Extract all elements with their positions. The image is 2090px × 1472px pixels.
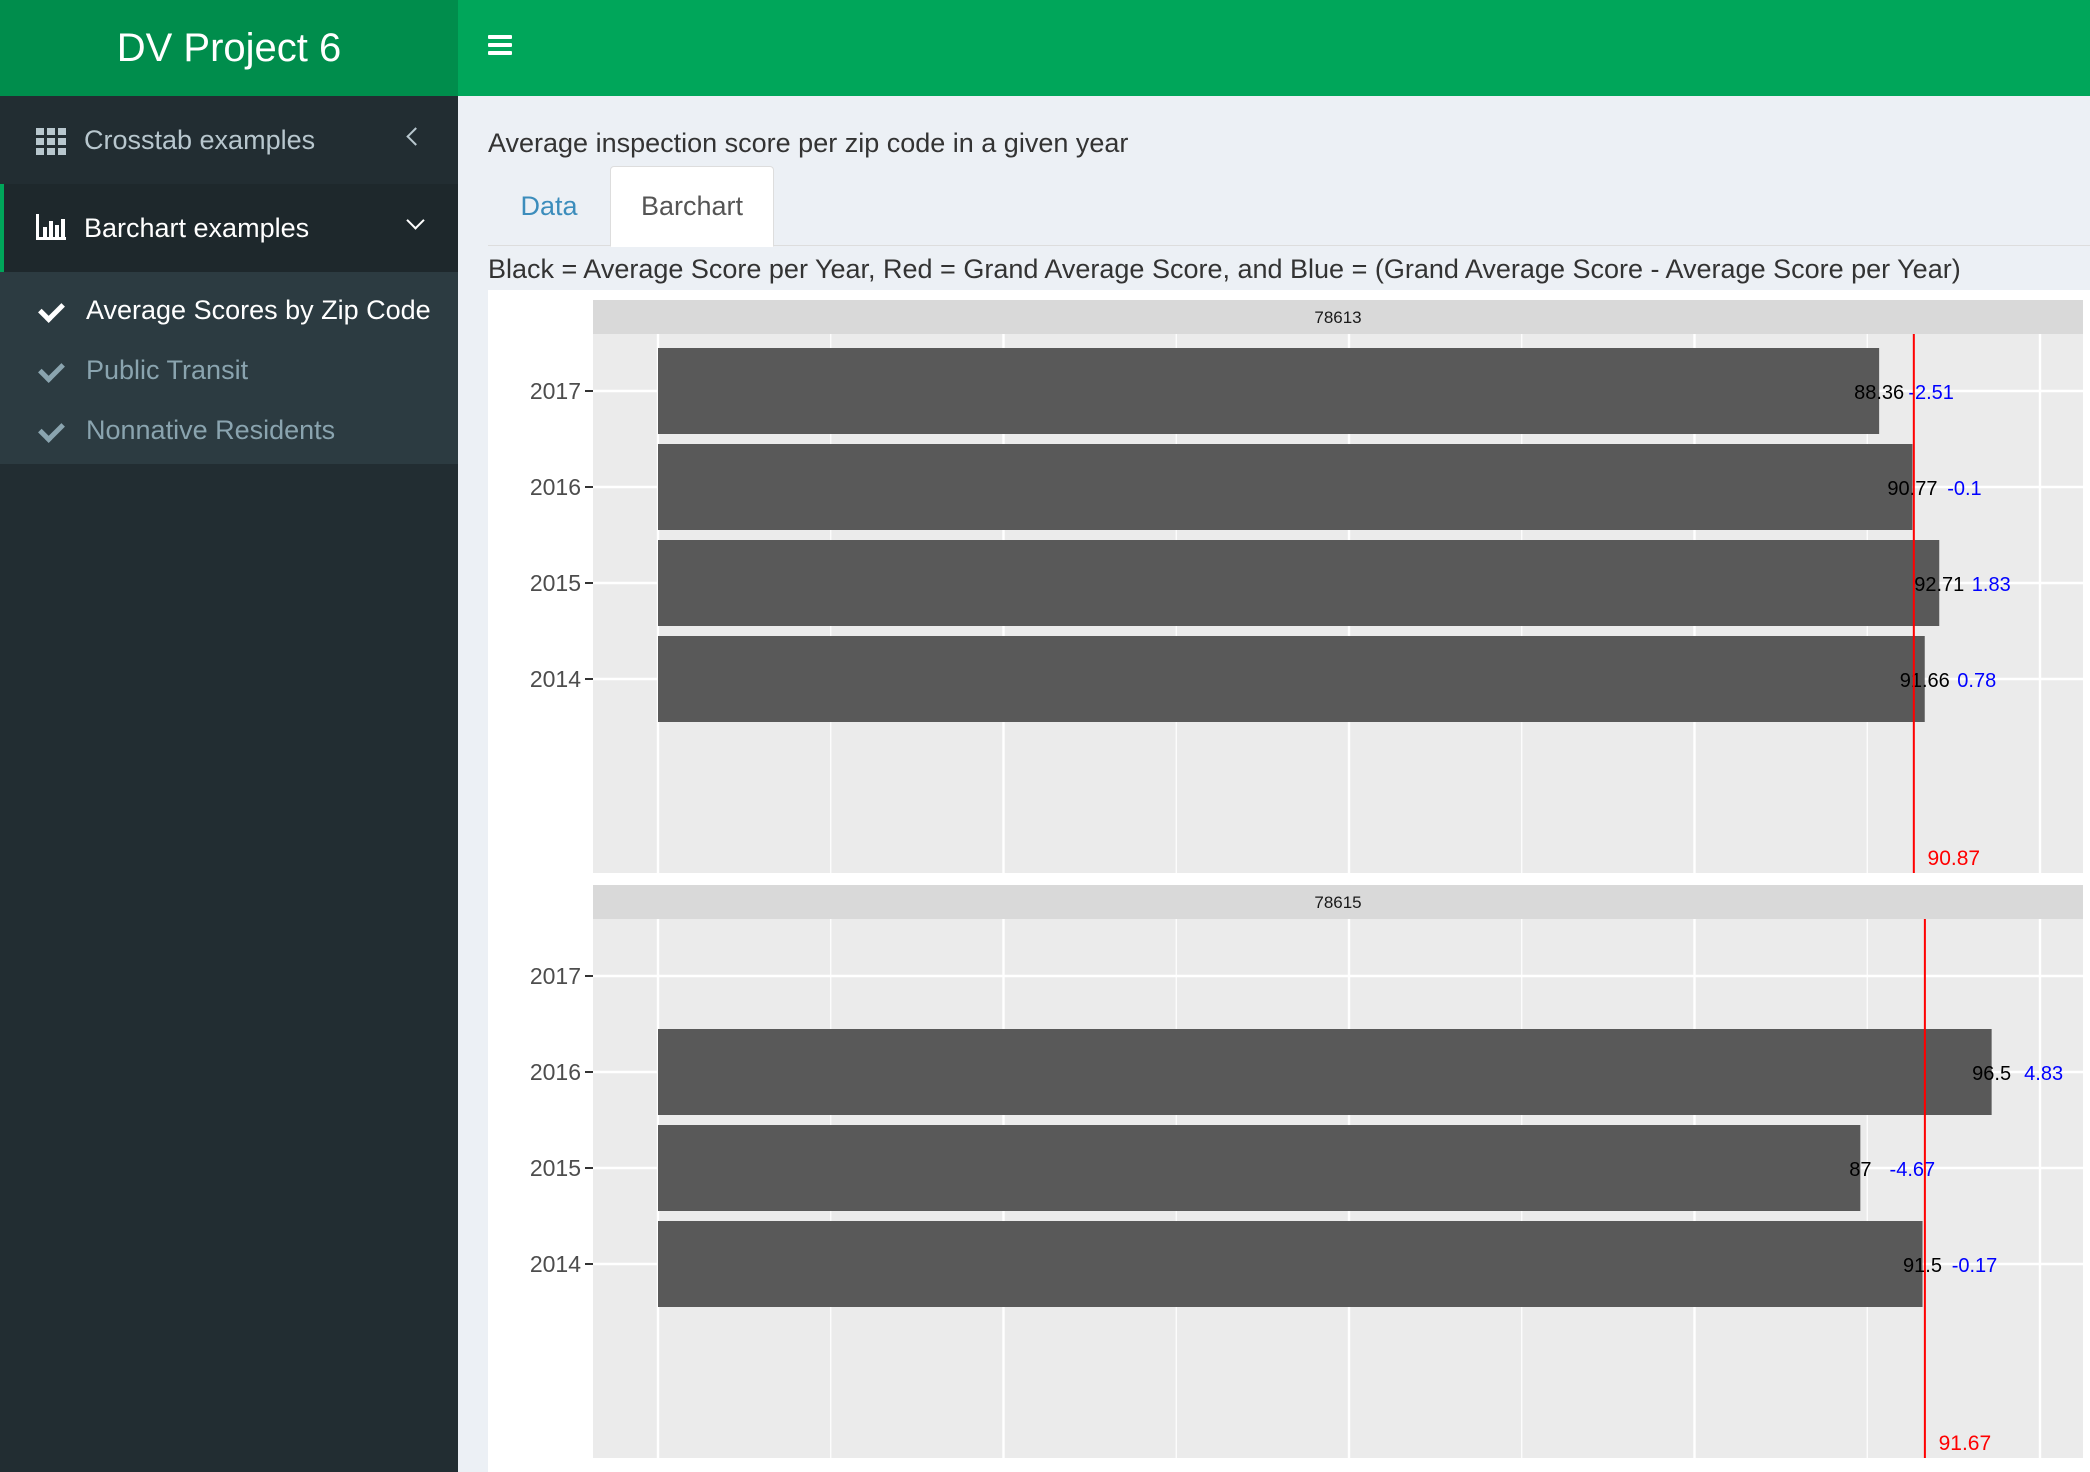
grand-average-label: 90.87 xyxy=(1928,847,1981,870)
brand-title[interactable]: DV Project 6 xyxy=(0,0,458,96)
bar xyxy=(658,540,1940,626)
bar xyxy=(658,348,1880,434)
y-tick-label: 2017 xyxy=(530,963,581,989)
sidebar: Crosstab examples Barchart examples Aver… xyxy=(0,96,458,1472)
barchart-plot: 78613 2017 2016 2015 2014 88.36 -2.51 90.77 -0.1… xyxy=(530,300,2083,1458)
y-tick-label: 2015 xyxy=(530,1155,581,1181)
bar xyxy=(658,1029,1992,1115)
bar xyxy=(658,1221,1923,1307)
check-icon xyxy=(40,300,66,320)
y-tick-label: 2017 xyxy=(530,378,581,404)
bar-value-label: 90.77 xyxy=(1887,478,1937,500)
submenu-item-label: Average Scores by Zip Code xyxy=(86,294,431,325)
grand-average-label: 91.67 xyxy=(1939,1432,1992,1455)
bar-value-label: 96.5 xyxy=(1972,1063,2011,1085)
submenu-item-nonnative-residents[interactable]: Nonnative Residents xyxy=(0,400,458,460)
barchart-submenu: Average Scores by Zip Code Public Transi… xyxy=(0,272,458,464)
bar xyxy=(658,636,1925,722)
submenu-item-average-scores[interactable]: Average Scores by Zip Code xyxy=(0,280,458,340)
check-icon xyxy=(40,360,66,380)
sidebar-item-label: Barchart examples xyxy=(84,212,310,243)
y-tick-label: 2014 xyxy=(530,1251,581,1277)
bar-diff-label: 4.83 xyxy=(2024,1063,2063,1085)
sidebar-item-crosstab-examples[interactable]: Crosstab examples xyxy=(0,96,458,184)
tab-data[interactable]: Data xyxy=(488,166,610,247)
bar-diff-label: -0.17 xyxy=(1952,1255,1998,1277)
bar-value-label: 91.5 xyxy=(1903,1255,1942,1277)
y-tick-label: 2016 xyxy=(530,1059,581,1085)
hamburger-icon[interactable] xyxy=(488,33,512,55)
page-title: Average inspection score per zip code in… xyxy=(488,128,1129,158)
bar-chart-icon xyxy=(36,214,68,242)
plot-panel: 78613 2017 2016 2015 2014 88.36 -2.51 90.77 -0.1… xyxy=(488,290,2090,1472)
bar-diff-label: 0.78 xyxy=(1957,670,1996,692)
submenu-item-label: Nonnative Residents xyxy=(86,414,336,445)
bar xyxy=(658,1125,1861,1211)
bar-value-label: 87 xyxy=(1849,1159,1871,1181)
bar-value-label: 92.71 xyxy=(1914,574,1964,596)
grid-icon xyxy=(36,126,68,155)
facet-label: 78615 xyxy=(1314,893,1361,912)
sidebar-item-label: Crosstab examples xyxy=(84,124,316,155)
bar xyxy=(658,444,1913,530)
main-content: Average inspection score per zip code in… xyxy=(458,96,2090,1472)
bar-diff-label: -2.51 xyxy=(1908,382,1954,404)
bar-value-label: 88.36 xyxy=(1854,382,1904,404)
y-tick-label: 2015 xyxy=(530,570,581,596)
submenu-item-label: Public Transit xyxy=(86,354,249,385)
bar-diff-label: -0.1 xyxy=(1947,478,1981,500)
tab-bar: Data Barchart xyxy=(488,166,2090,247)
bar-diff-label: 1.83 xyxy=(1972,574,2011,596)
submenu-item-public-transit[interactable]: Public Transit xyxy=(0,340,458,400)
sidebar-item-barchart-examples[interactable]: Barchart examples xyxy=(0,184,458,272)
y-tick-label: 2014 xyxy=(530,666,581,692)
top-navbar xyxy=(458,0,2090,96)
bar-diff-label: -4.67 xyxy=(1890,1159,1936,1181)
bar-value-label: 91.66 xyxy=(1900,670,1950,692)
check-icon xyxy=(40,420,66,440)
tab-barchart[interactable]: Barchart xyxy=(610,166,774,247)
legend-description: Black = Average Score per Year, Red = Gr… xyxy=(488,254,1961,284)
facet-label: 78613 xyxy=(1314,308,1361,327)
y-tick-label: 2016 xyxy=(530,474,581,500)
